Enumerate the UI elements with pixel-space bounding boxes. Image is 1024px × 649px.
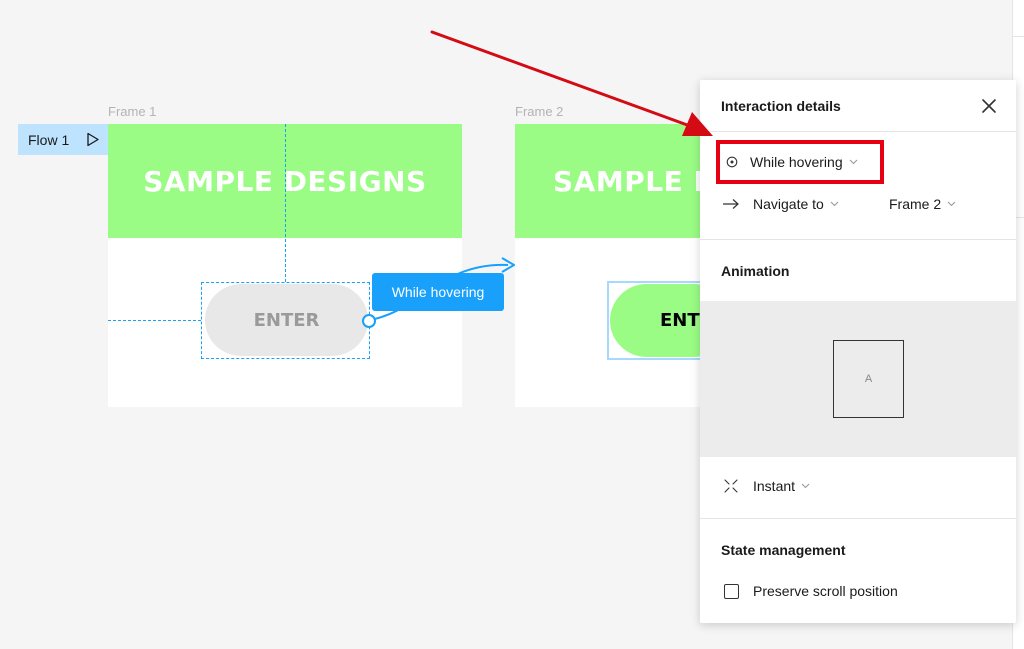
preserve-scroll-checkbox[interactable] <box>724 584 739 599</box>
instant-icon <box>724 479 738 493</box>
frame-2-banner-text: SAMPLE D <box>553 164 700 198</box>
preview-label: A <box>864 373 873 385</box>
preserve-scroll-label[interactable]: Preserve scroll position <box>753 583 898 599</box>
guide-horizontal <box>108 320 201 321</box>
animation-preview: A <box>700 301 1016 457</box>
trigger-dropdown[interactable]: While hovering <box>716 140 884 184</box>
chevron-down-icon <box>849 159 857 165</box>
divider <box>700 239 1016 240</box>
preview-frame: A <box>833 340 904 418</box>
destination-label: Frame 2 <box>889 196 942 212</box>
animation-type-label: Instant <box>753 478 796 494</box>
frame-2-banner: SAMPLE D <box>515 124 700 238</box>
animation-type-dropdown[interactable]: Instant <box>724 478 810 494</box>
destination-dropdown[interactable]: Frame 2 <box>889 196 956 212</box>
selection-box <box>201 282 370 359</box>
trigger-label: While hovering <box>750 154 843 170</box>
arrow-right-icon <box>723 199 739 209</box>
play-icon[interactable] <box>86 132 100 147</box>
frame-2-label[interactable]: Frame 2 <box>515 104 563 119</box>
frame-2[interactable]: SAMPLE D <box>515 124 700 407</box>
divider <box>700 518 1016 519</box>
interaction-chip[interactable]: While hovering <box>372 273 504 311</box>
action-label: Navigate to <box>753 196 824 212</box>
action-dropdown[interactable]: Navigate to <box>722 196 839 212</box>
chevron-down-icon <box>801 483 810 489</box>
flow-label: Flow 1 <box>28 131 70 148</box>
state-management-title: State management <box>721 542 846 558</box>
chevron-down-icon <box>830 201 839 207</box>
chevron-down-icon <box>947 201 956 207</box>
design-canvas[interactable]: Frame 1 SAMPLE DESIGNS Frame 2 SAMPLE D … <box>0 0 1024 649</box>
connection-handle[interactable] <box>362 314 376 328</box>
guide-vertical <box>285 124 286 282</box>
interaction-details-panel: Interaction details While hovering Navig… <box>700 80 1016 623</box>
panel-title: Interaction details <box>721 98 841 114</box>
frame-1-label[interactable]: Frame 1 <box>108 104 156 119</box>
flow-start-tag[interactable]: Flow 1 <box>18 124 108 155</box>
close-icon[interactable] <box>980 97 998 115</box>
hover-circle-icon <box>726 156 738 168</box>
interaction-chip-label: While hovering <box>391 284 485 300</box>
animation-section-title: Animation <box>721 263 790 279</box>
